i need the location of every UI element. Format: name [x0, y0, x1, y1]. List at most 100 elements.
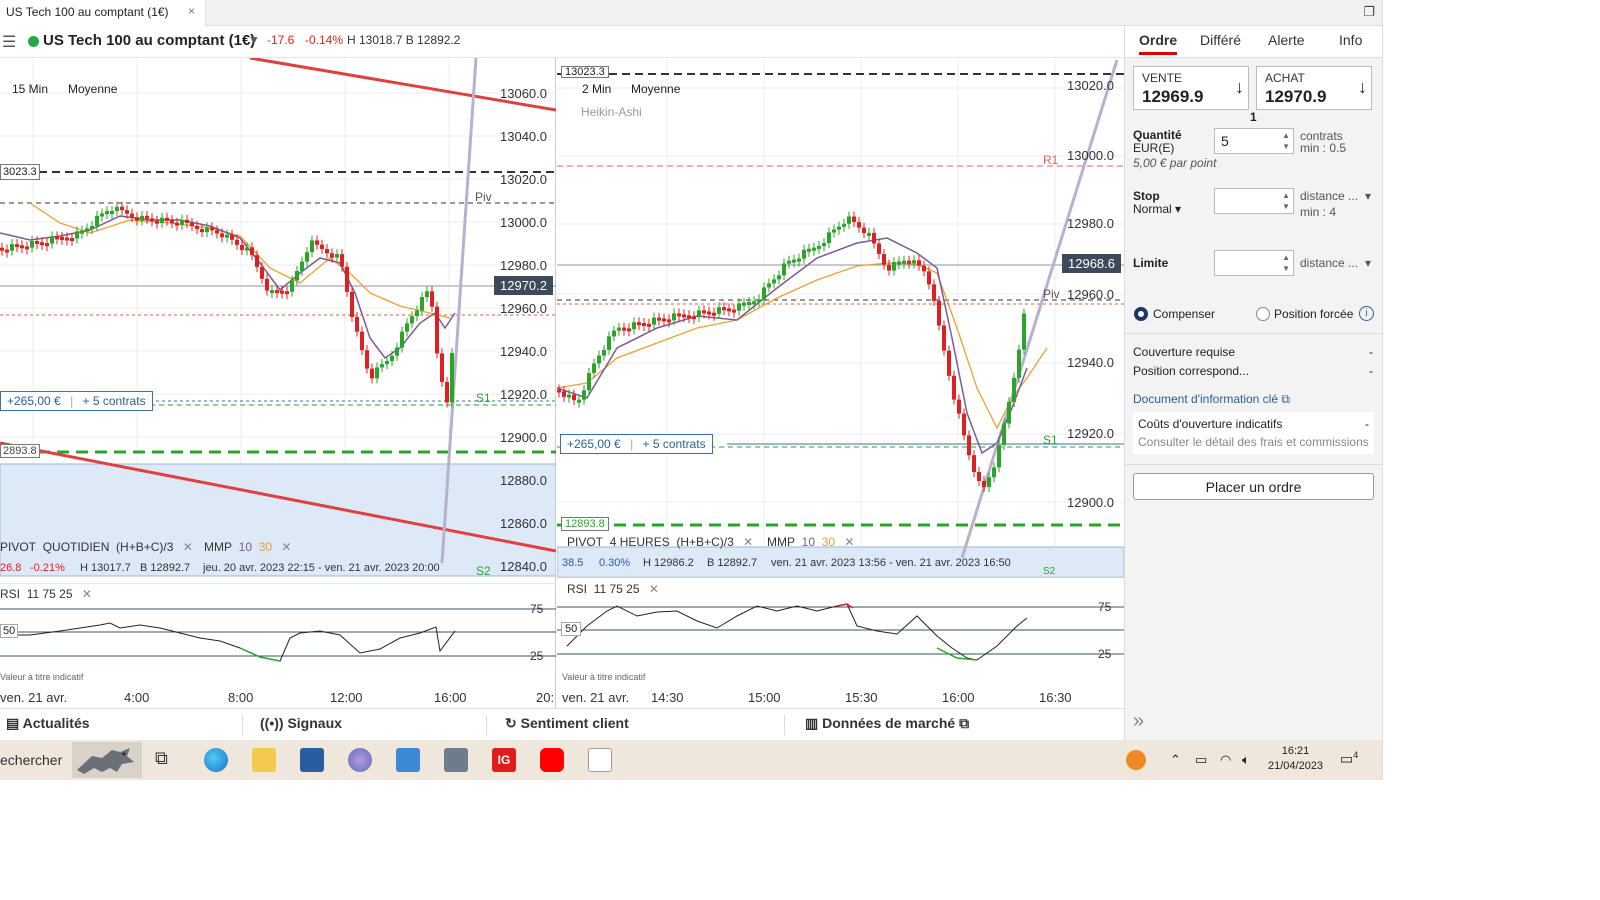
search-box[interactable]: echercher: [0, 752, 62, 768]
chart-style-selector[interactable]: Moyenne: [68, 82, 117, 96]
instrument-name[interactable]: US Tech 100 au comptant (1€): [43, 32, 255, 49]
remove-indicator-icon[interactable]: ✕: [844, 535, 854, 549]
weather-icon[interactable]: [1126, 750, 1146, 770]
chevron-up-icon[interactable]: ⌃: [1170, 752, 1181, 768]
tab-info[interactable]: Info: [1339, 32, 1362, 48]
stepper-icon[interactable]: ▲ ▼: [1282, 190, 1290, 212]
remove-indicator-icon[interactable]: ✕: [743, 535, 753, 549]
candle-body: [982, 481, 986, 488]
rsi-legend[interactable]: RSI 11 75 25 ✕: [567, 582, 659, 596]
remove-indicator-icon[interactable]: ✕: [281, 540, 291, 554]
news-button[interactable]: ▤ Actualités: [6, 715, 90, 732]
rsi-50: 50: [561, 622, 582, 636]
quantity-input[interactable]: 5 ▲ ▼: [1214, 128, 1294, 154]
candle-body: [737, 303, 741, 311]
pivot-legend[interactable]: PIVOT 4 HEURES (H+B+C)/3 ✕: [567, 535, 753, 549]
forced-position-radio[interactable]: [1256, 307, 1270, 321]
buy-button[interactable]: ACHAT 12970.9 ↓: [1256, 66, 1372, 110]
calculator-icon[interactable]: [444, 748, 468, 772]
file-explorer-icon[interactable]: [252, 748, 276, 772]
costs-value: -: [1365, 417, 1369, 431]
candle-body: [145, 215, 149, 219]
mmp-legend[interactable]: MMP 10 30 ✕: [767, 535, 854, 549]
pivot-legend[interactable]: PIVOT QUOTIDIEN (H+B+C)/3 ✕: [0, 540, 193, 554]
candle-body: [887, 264, 891, 271]
candle-body: [395, 347, 399, 356]
rsi-legend[interactable]: RSI 11 75 25 ✕: [0, 587, 92, 601]
volume-icon[interactable]: 🔈︎: [1242, 752, 1250, 768]
candle-body: [415, 310, 419, 317]
candle-body: [1017, 349, 1021, 378]
clock[interactable]: 16:21 21/04/2023: [1268, 744, 1323, 774]
chart-panel-2min[interactable]: 13020.0 13000.0 12980.0 12960.0 12940.0 …: [557, 58, 1124, 708]
stop-distance-select[interactable]: distance ...: [1300, 189, 1358, 203]
limit-distance-select[interactable]: distance ...: [1300, 256, 1358, 270]
compensate-radio[interactable]: [1134, 307, 1148, 321]
place-order-button[interactable]: Placer un ordre: [1133, 473, 1374, 500]
store-icon[interactable]: [300, 748, 324, 772]
position-box[interactable]: +265,00 € | + 5 contrats: [560, 434, 713, 454]
chart-style-selector[interactable]: Moyenne: [631, 82, 680, 96]
tab-order[interactable]: Ordre: [1139, 32, 1178, 55]
kid-document-link[interactable]: Document d'information clé ⧉: [1133, 392, 1290, 407]
chevron-down-icon[interactable]: ▾: [1365, 189, 1371, 203]
tab-us-tech-100[interactable]: US Tech 100 au comptant (1€) ×: [0, 0, 206, 26]
mmp-legend[interactable]: MMP 10 30 ✕: [204, 540, 291, 554]
copilot-icon[interactable]: [348, 748, 372, 772]
menu-icon[interactable]: ☰: [2, 32, 16, 52]
candle-body: [265, 278, 269, 291]
candle-body: [1012, 377, 1016, 402]
stop-type-select[interactable]: Normal ▾: [1133, 202, 1181, 216]
sell-button[interactable]: VENTE 12969.9 ↓: [1133, 66, 1249, 110]
x-tick: 14:30: [651, 690, 684, 705]
remove-indicator-icon[interactable]: ✕: [82, 587, 92, 601]
limit-input[interactable]: ▲ ▼: [1214, 250, 1294, 276]
timeframe-selector[interactable]: 2 Min: [582, 82, 611, 96]
candle-body: [335, 254, 339, 258]
candle-body: [917, 260, 921, 266]
candle-body: [727, 308, 731, 312]
close-icon[interactable]: ×: [188, 4, 195, 18]
candle-body: [1022, 313, 1026, 350]
market-data-button[interactable]: ▥ Données de marché ⧉: [805, 715, 969, 732]
chart-panel-15min[interactable]: 13060.0 13040.0 13020.0 13000.0 12980.0 …: [0, 58, 556, 708]
youtube-icon[interactable]: [540, 748, 564, 772]
candle-body: [305, 252, 309, 262]
ig-app-icon[interactable]: IG: [492, 748, 516, 772]
news-label: Actualités: [22, 715, 90, 731]
expand-icon[interactable]: »: [1133, 710, 1144, 733]
task-view-icon[interactable]: ⧉: [155, 748, 179, 772]
mail-icon[interactable]: [396, 748, 420, 772]
candle-body: [435, 306, 439, 354]
candle-body: [175, 222, 179, 226]
sentiment-button[interactable]: ↻ Sentiment client: [505, 715, 629, 732]
restore-window-icon[interactable]: ❐: [1363, 4, 1375, 20]
arrow-up-icon: ↓: [1358, 77, 1367, 97]
edge-browser-icon[interactable]: [204, 748, 228, 772]
stop-input[interactable]: ▲ ▼: [1214, 188, 1294, 214]
tab-alert[interactable]: Alerte: [1268, 32, 1305, 48]
notification-icon[interactable]: ▭4: [1340, 750, 1358, 768]
tab-deferred[interactable]: Différé: [1200, 32, 1241, 48]
candle-body: [160, 217, 164, 224]
candle-body: [290, 280, 294, 292]
s2-label: S2: [1043, 566, 1056, 574]
info-icon[interactable]: i: [1359, 306, 1374, 321]
costs-box[interactable]: Coûts d'ouverture indicatifs - Consulter…: [1133, 412, 1374, 454]
pivot-period: 4 HEURES: [609, 535, 670, 549]
candle-body: [215, 230, 219, 234]
timeframe-selector[interactable]: 15 Min: [12, 82, 48, 96]
chart-app-icon[interactable]: [588, 748, 612, 772]
signals-button[interactable]: ((•)) Signaux: [260, 715, 342, 731]
chevron-down-icon[interactable]: ▼: [248, 33, 260, 47]
position-box[interactable]: +265,00 € | + 5 contrats: [0, 391, 153, 411]
chart-canvas-right[interactable]: [557, 58, 1124, 578]
wifi-icon[interactable]: ◠: [1220, 752, 1231, 768]
remove-indicator-icon[interactable]: ✕: [649, 582, 659, 596]
battery-icon[interactable]: ▭: [1195, 752, 1207, 768]
stepper-icon[interactable]: ▲ ▼: [1282, 252, 1290, 274]
rsi-params: 11 75 25: [593, 582, 640, 596]
remove-indicator-icon[interactable]: ✕: [183, 540, 193, 554]
stepper-icon[interactable]: ▲ ▼: [1282, 130, 1290, 152]
chevron-down-icon[interactable]: ▾: [1365, 256, 1371, 270]
